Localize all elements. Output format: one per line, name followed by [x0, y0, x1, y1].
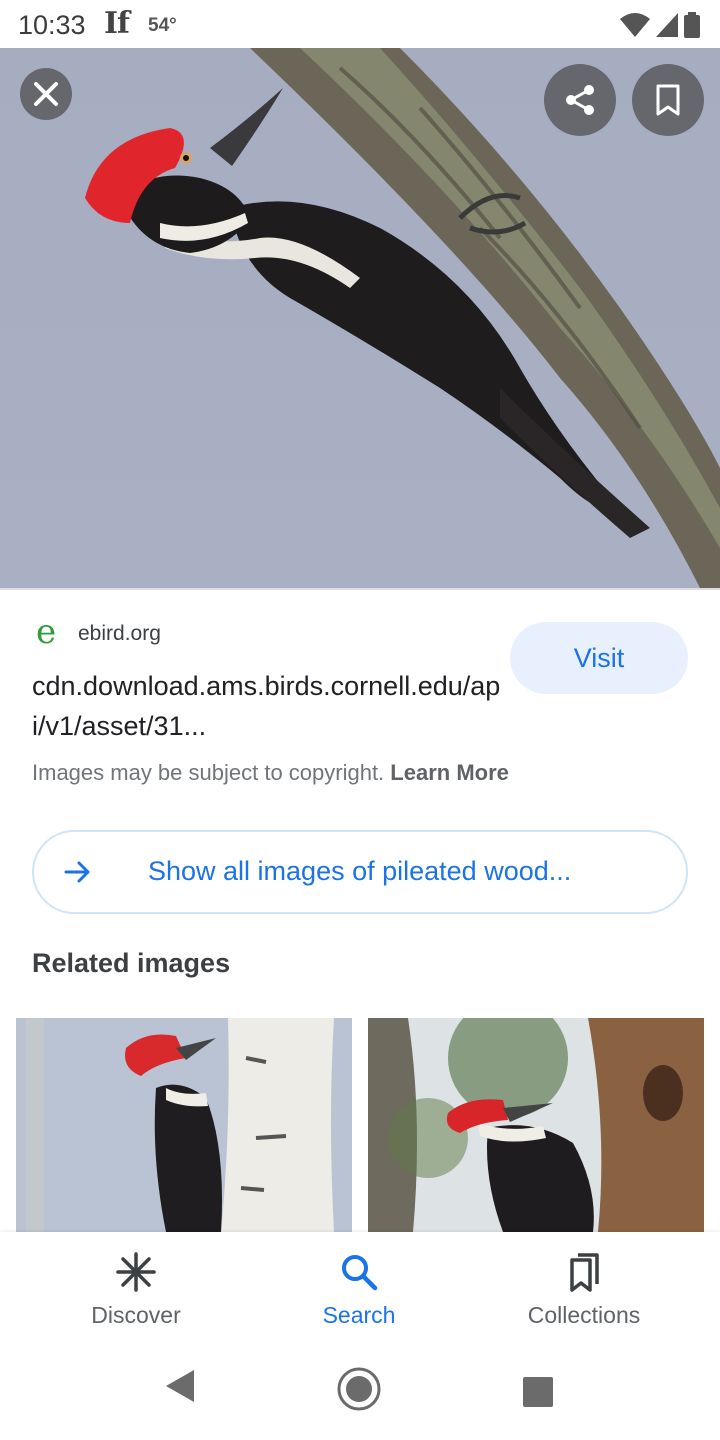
nav-discover-label: Discover: [91, 1302, 181, 1328]
copyright-notice: Images may be subject to copyright. Lear…: [32, 760, 509, 786]
related-images-heading: Related images: [32, 948, 231, 978]
system-navigation-bar: [0, 1342, 720, 1440]
bookmark-icon: [656, 84, 680, 116]
woodpecker-thumbnail-image: [368, 1018, 704, 1232]
nav-collections[interactable]: Collections: [484, 1232, 684, 1342]
close-icon: [34, 82, 58, 106]
visit-button[interactable]: Visit: [510, 622, 688, 694]
source-domain[interactable]: ebird.org: [78, 622, 161, 646]
status-time: 10:33: [18, 10, 86, 40]
source-favicon: e: [36, 612, 57, 652]
share-button[interactable]: [544, 64, 616, 136]
share-icon: [566, 85, 594, 115]
status-bar: 10:33 If 54°: [0, 0, 720, 48]
woodpecker-thumbnail-image: [16, 1018, 352, 1232]
show-all-label: Show all images of pileated wood...: [148, 856, 572, 886]
search-icon: [342, 1255, 378, 1291]
related-image-thumbnail[interactable]: [368, 1018, 704, 1232]
woodpecker-image: [0, 48, 720, 588]
related-image-thumbnail[interactable]: [16, 1018, 352, 1232]
back-icon[interactable]: [164, 1368, 196, 1404]
nav-discover[interactable]: Discover: [36, 1232, 236, 1342]
arrow-right-icon: [64, 861, 90, 883]
wifi-icon: [620, 13, 650, 37]
show-all-images-button[interactable]: Show all images of pileated wood...: [32, 830, 688, 914]
status-icons: [620, 12, 700, 38]
learn-more-link[interactable]: Learn More: [390, 760, 509, 785]
status-temperature: 54°: [148, 15, 177, 36]
nav-search-label: Search: [322, 1302, 396, 1328]
bottom-navigation: Discover Search Collections: [0, 1232, 720, 1342]
copyright-text: Images may be subject to copyright.: [32, 760, 385, 785]
collections-icon: [570, 1253, 599, 1292]
source-url[interactable]: cdn.download.ams.birds.cornell.edu/api/v…: [32, 666, 502, 746]
close-button[interactable]: [20, 68, 72, 120]
nav-collections-label: Collections: [527, 1302, 641, 1328]
app-notification-icon: If: [104, 6, 130, 41]
bookmark-button[interactable]: [632, 64, 704, 136]
home-icon[interactable]: [336, 1366, 382, 1412]
divider: [0, 588, 720, 590]
nav-search[interactable]: Search: [259, 1232, 459, 1342]
hero-image[interactable]: [0, 48, 720, 588]
asterisk-icon: [116, 1252, 156, 1292]
battery-icon: [684, 12, 700, 38]
signal-icon: [656, 13, 678, 37]
recent-apps-icon[interactable]: [522, 1376, 554, 1408]
